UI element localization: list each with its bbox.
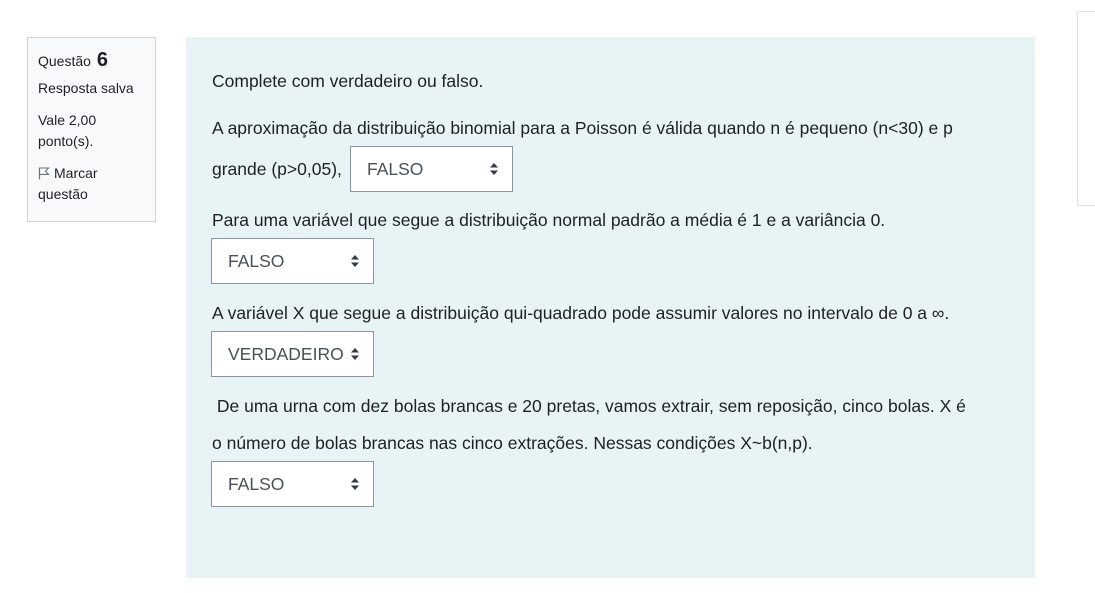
flag-question-link[interactable]: Marcar questão bbox=[38, 163, 145, 205]
question-number: Questão 6 bbox=[38, 48, 145, 73]
statement-4-line-2: o número de bolas brancas nas cinco extr… bbox=[212, 433, 813, 453]
flag-icon bbox=[38, 167, 50, 180]
sort-caret-icon bbox=[351, 255, 359, 267]
answer-select-2-value: FALSO bbox=[228, 251, 285, 271]
sort-caret-icon bbox=[351, 478, 359, 490]
answer-select-1[interactable]: FALSO bbox=[350, 146, 513, 192]
question-label: Questão bbox=[38, 53, 91, 69]
statement-2: Para uma variável que segue a distribuiç… bbox=[212, 210, 886, 230]
question-instruction: Complete com verdadeiro ou falso. bbox=[212, 71, 484, 91]
answer-select-3[interactable]: VERDADEIRO bbox=[211, 331, 374, 377]
question-number-value: 6 bbox=[96, 49, 108, 71]
answer-select-4-value: FALSO bbox=[228, 474, 285, 494]
question-info-panel: Questão 6 Resposta salva Vale 2,00 ponto… bbox=[27, 37, 156, 222]
answer-select-3-value: VERDADEIRO bbox=[228, 344, 344, 364]
question-grade: Vale 2,00 ponto(s). bbox=[38, 112, 97, 149]
sort-caret-icon bbox=[490, 163, 498, 175]
sort-caret-icon bbox=[351, 348, 359, 360]
answer-select-4[interactable]: FALSO bbox=[211, 461, 374, 507]
answer-select-1-value: FALSO bbox=[367, 159, 424, 179]
statement-1-line-1: A aproximação da distribuição binomial p… bbox=[212, 118, 953, 138]
statement-3: A variável X que segue a distribuição qu… bbox=[212, 303, 950, 323]
statement-4-line-1: De uma urna com dez bolas brancas e 20 p… bbox=[212, 396, 966, 416]
quiz-navigation-block-edge bbox=[1077, 11, 1095, 206]
question-content: Complete com verdadeiro ou falso. A apro… bbox=[186, 37, 1035, 578]
statement-1-line-2: grande (p>0,05), bbox=[212, 159, 342, 179]
answer-select-2[interactable]: FALSO bbox=[211, 238, 374, 284]
question-state: Resposta salva bbox=[38, 80, 134, 96]
